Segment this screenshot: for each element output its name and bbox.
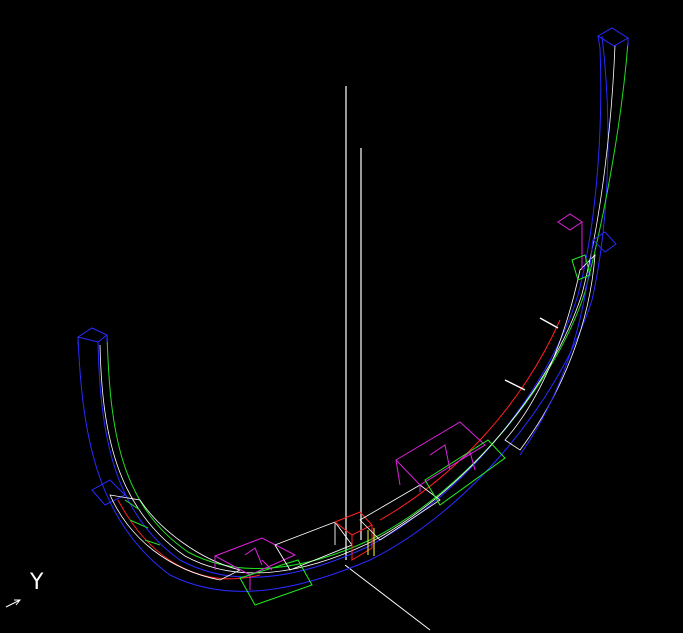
rail-outer-edge-2 [97, 47, 602, 578]
y-axis-label: Y [30, 570, 44, 595]
upper-right-track [504, 253, 596, 451]
rail-center-line [99, 44, 616, 574]
middle-box [274, 521, 353, 571]
rail-inner-edge [106, 41, 629, 570]
upper-right-clip [571, 254, 591, 281]
red-path-lower [117, 499, 261, 580]
upper-right-cap [557, 213, 583, 270]
support-left-base [239, 559, 313, 606]
support-left-top [213, 537, 297, 590]
center-track [359, 484, 441, 541]
diagonal-axis-line [344, 564, 431, 631]
wireframe-scene [5, 27, 629, 631]
red-path-right [379, 319, 561, 521]
y-axis-arrow [5, 599, 22, 608]
cad-viewport[interactable]: Y [0, 0, 683, 633]
end-cap-left [76, 327, 108, 345]
upper-right-ties [504, 317, 559, 391]
lower-left-box [91, 479, 126, 506]
lower-left-track [109, 494, 242, 581]
upper-right-outer [519, 231, 617, 456]
rail-outer-edge [77, 35, 609, 592]
support-right-detail [429, 444, 476, 471]
